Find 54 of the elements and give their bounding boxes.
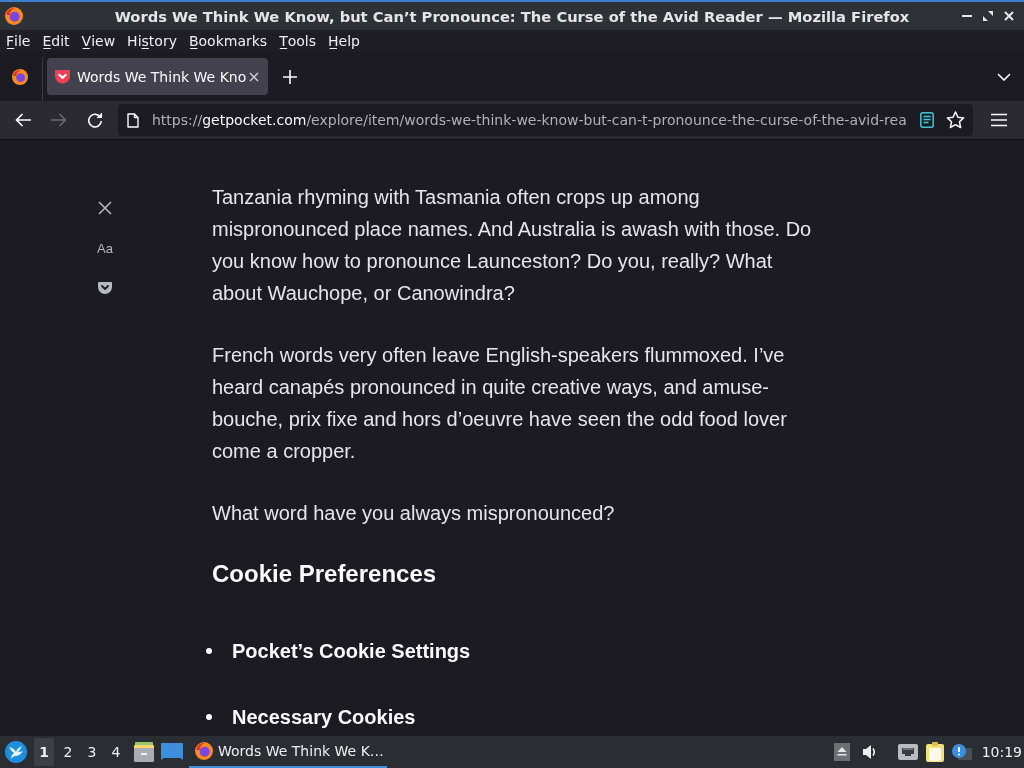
url-text: https://getpocket.com/explore/item/words-we-think-we-know-but-can-t-pronounce-the-curse-of-the-avid-rea <box>152 112 908 128</box>
article-paragraph: Tanzania rhyming with Tasmania often crops up among mispronounced place names. And Australia is awash with those. Do you know how to pronounce Launceston? Do you, really? What about Wauchope, or Canowindra? <box>212 185 813 306</box>
menu-item[interactable]: His̲tory <box>121 30 183 52</box>
minimize-icon <box>962 15 972 17</box>
menu-item[interactable]: T̲ools <box>273 30 322 52</box>
shield-icon <box>98 282 112 294</box>
list-item-heading: Necessary Cookies <box>232 705 416 729</box>
close-icon <box>249 71 260 82</box>
menu-item[interactable]: B̲ookmarks <box>182 30 274 52</box>
application-launcher[interactable] <box>2 738 30 766</box>
plus-icon <box>283 69 297 84</box>
clipboard-icon[interactable] <box>925 742 944 762</box>
exclamation-icon[interactable] <box>951 744 972 760</box>
article-paragraph: French words very often leave English-speakers flummoxed. I’ve heard canapés pronounced in quite creative ways, and amuse-bouche, prix fixe and hors d’oeuvre have seen the odd food lover come a cropper. <box>212 343 788 464</box>
window-title: Words We Think We Know, but Can’t Pronounce: The Curse of the Avid Reader — Mozilla Firefox <box>113 7 911 25</box>
page-icon <box>127 112 139 128</box>
shield-icon <box>55 69 70 84</box>
reload-icon <box>87 112 103 128</box>
menu-item[interactable]: V̲iew <box>75 30 122 52</box>
section-heading: Cookie Preferences <box>212 559 438 589</box>
clock[interactable]: 10:19 <box>981 744 1022 760</box>
browser-logo-icon <box>5 7 23 25</box>
back-icon <box>15 112 31 128</box>
workspace-button[interactable]: 4 <box>106 738 126 766</box>
browser-logo-icon <box>12 68 28 85</box>
document-lines-icon <box>920 112 934 128</box>
article-paragraph: What word have you always mispronounced? <box>212 501 616 526</box>
address-field[interactable]: https://getpocket.com/explore/item/words-we-think-we-know-but-can-t-pronounce-the-curse-of-the-avid-rea <box>118 104 973 136</box>
bullet-icon <box>206 648 212 654</box>
close-icon <box>1004 11 1014 21</box>
workspace-button[interactable]: 3 <box>82 738 102 766</box>
drawer-icon <box>134 742 154 762</box>
menu-icon <box>991 112 1007 128</box>
list-item-heading: Pocket’s Cookie Settings <box>232 639 471 663</box>
taskbar-window-button[interactable]: Words We Think We K… <box>189 736 387 768</box>
workspace-button[interactable]: 2 <box>58 738 78 766</box>
window-icon <box>161 743 183 761</box>
chevron-down-icon <box>997 72 1011 81</box>
close-icon <box>98 201 112 215</box>
menu-item[interactable]: F̲ile <box>0 30 37 52</box>
speaker-icon[interactable] <box>861 744 878 760</box>
workspace-button[interactable]: 1 <box>34 738 54 766</box>
browser-logo-icon <box>195 742 213 760</box>
eject-icon[interactable] <box>833 743 850 761</box>
maximize-icon <box>983 11 993 21</box>
browser-tab[interactable]: Words We Think We Kno <box>47 58 268 95</box>
text-settings-button[interactable]: Aa <box>92 235 118 261</box>
star-icon <box>945 111 965 129</box>
bird-icon <box>5 741 27 763</box>
forward-icon <box>51 112 67 128</box>
menu-item[interactable]: H̲elp <box>322 30 366 52</box>
bullet-icon <box>206 714 212 720</box>
menu-item[interactable]: E̲dit <box>36 30 76 52</box>
ethernet-port-icon[interactable] <box>897 744 918 760</box>
